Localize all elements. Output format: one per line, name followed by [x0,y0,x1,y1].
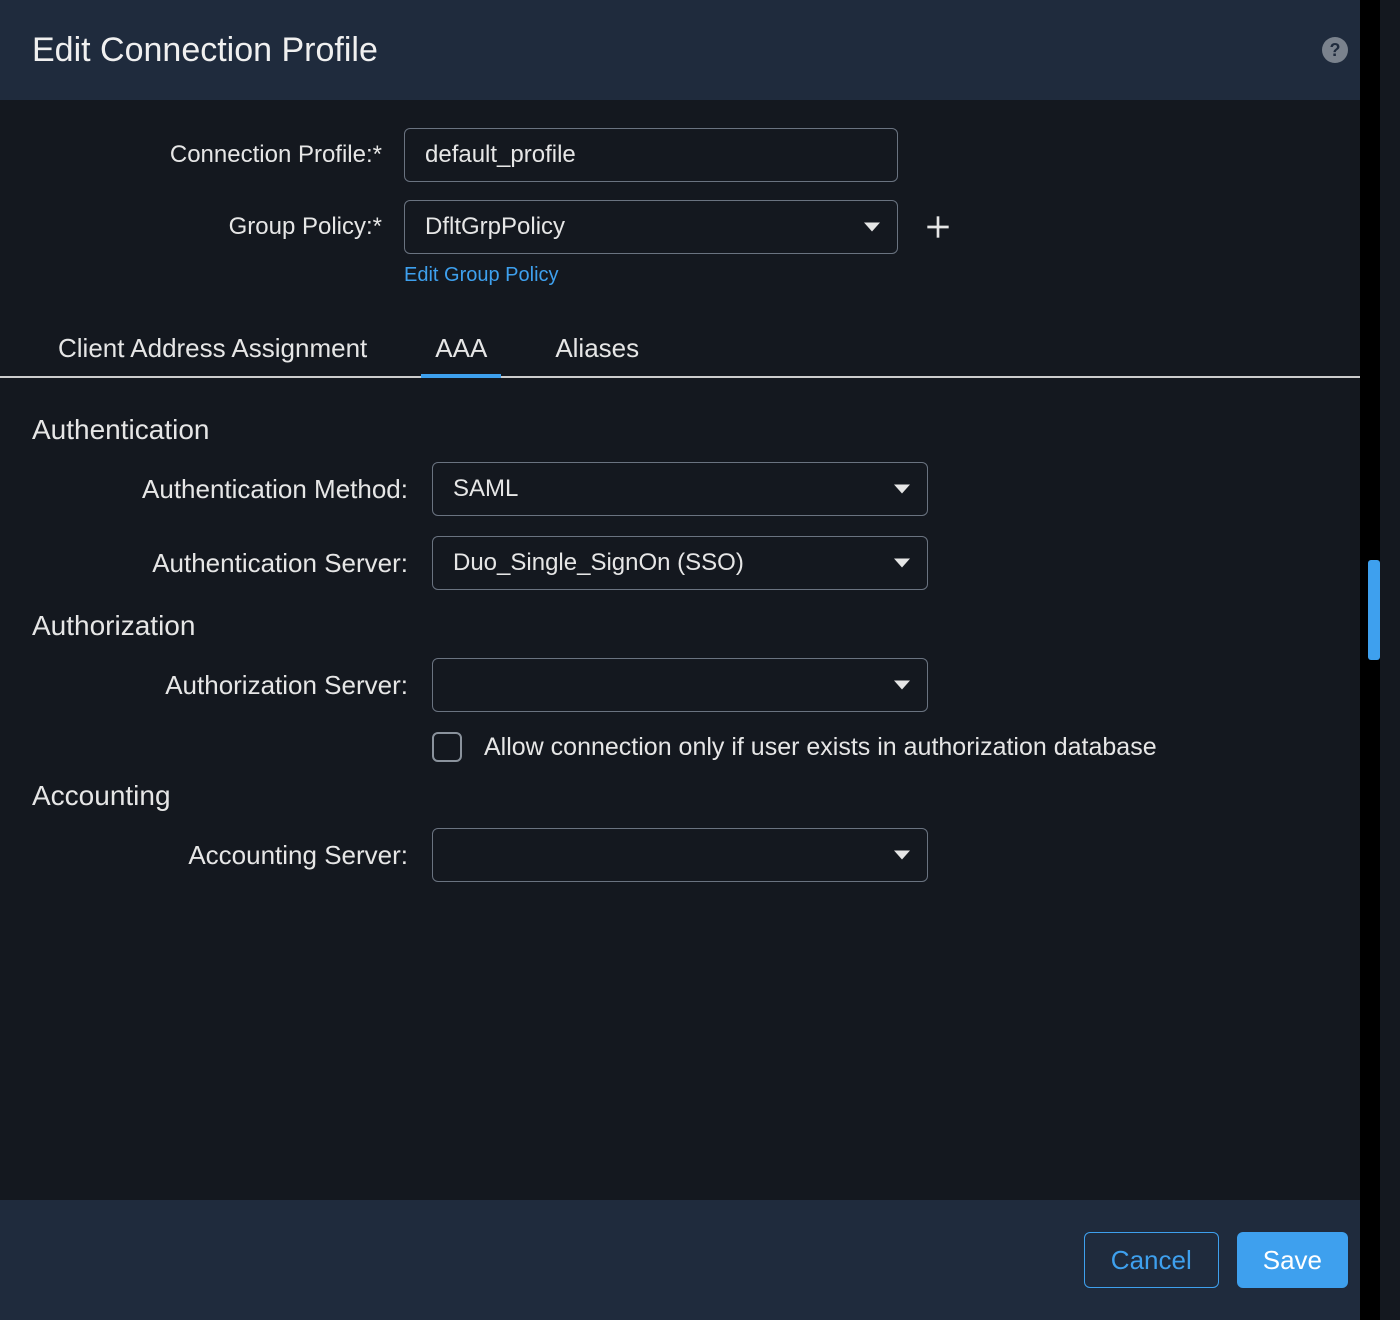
authentication-method-select[interactable]: SAML [432,462,928,516]
scrollbar[interactable] [1360,0,1380,1320]
allow-only-if-exists-checkbox[interactable] [432,732,462,762]
allow-only-if-exists-label: Allow connection only if user exists in … [484,733,1157,762]
tab-aliases[interactable]: Aliases [551,323,643,376]
tab-client-address-assignment[interactable]: Client Address Assignment [54,323,371,376]
authorization-server-select[interactable] [432,658,928,712]
connection-profile-input[interactable] [404,128,898,182]
accounting-server-select[interactable] [432,828,928,882]
footer: Cancel Save [0,1200,1380,1320]
dialog-title: Edit Connection Profile [32,31,378,70]
authentication-server-value: Duo_Single_SignOn (SSO) [453,549,744,577]
group-policy-value: DfltGrpPolicy [425,213,565,241]
authentication-server-select[interactable]: Duo_Single_SignOn (SSO) [432,536,928,590]
group-policy-select[interactable]: DfltGrpPolicy [404,200,898,254]
help-icon[interactable]: ? [1322,37,1348,63]
authorization-heading: Authorization [32,610,1348,642]
add-group-policy-button[interactable] [918,207,958,247]
connection-profile-label: Connection Profile:* [32,141,404,169]
edit-group-policy-link[interactable]: Edit Group Policy [404,264,559,286]
authorization-server-label: Authorization Server: [32,670,432,701]
tab-aaa[interactable]: AAA [431,323,491,376]
titlebar: Edit Connection Profile ? [0,0,1380,100]
group-policy-label: Group Policy:* [32,213,404,241]
authentication-heading: Authentication [32,414,1348,446]
accounting-server-label: Accounting Server: [32,840,432,871]
authentication-method-label: Authentication Method: [32,474,432,505]
tabs: Client Address Assignment AAA Aliases [0,323,1380,378]
cancel-button[interactable]: Cancel [1084,1232,1219,1288]
authentication-server-label: Authentication Server: [32,548,432,579]
save-button[interactable]: Save [1237,1232,1348,1288]
authentication-method-value: SAML [453,475,518,503]
scroll-thumb-accent [1368,560,1380,660]
accounting-heading: Accounting [32,780,1348,812]
